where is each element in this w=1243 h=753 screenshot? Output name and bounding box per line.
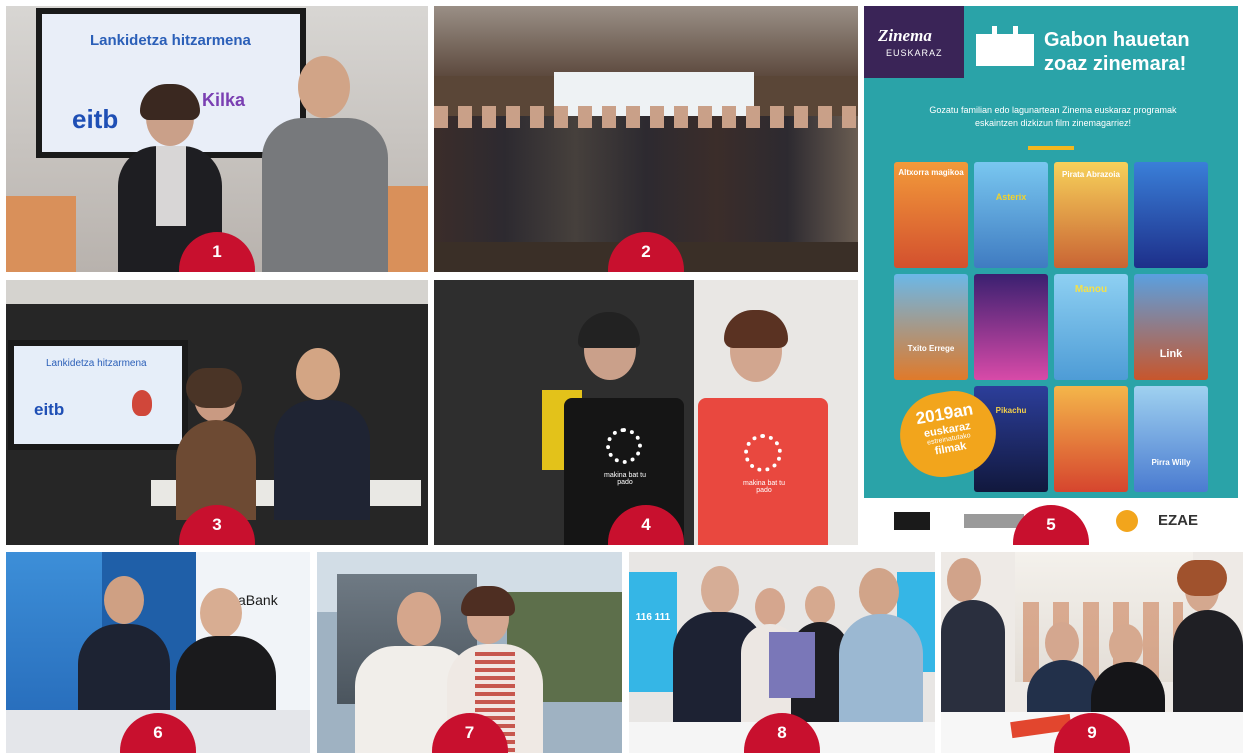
film-poster: Txito Errege bbox=[894, 274, 968, 380]
sponsor-logo bbox=[964, 514, 1024, 528]
film-poster bbox=[974, 274, 1048, 380]
faces-row bbox=[434, 106, 858, 128]
brand-sub: EUSKARAZ bbox=[886, 48, 943, 58]
person-man bbox=[397, 592, 441, 646]
divider bbox=[1028, 146, 1074, 150]
person-woman-seated bbox=[1045, 622, 1079, 664]
helpline-banner: 116 111 bbox=[629, 572, 677, 692]
person-man bbox=[296, 348, 340, 400]
hair bbox=[1177, 560, 1227, 596]
shirt-text: makina bat tu pado bbox=[742, 480, 786, 494]
film-poster: Asterix bbox=[974, 162, 1048, 268]
ezae-logo: EZAE bbox=[1158, 512, 1199, 529]
brand-block: Zinema EUSKARAZ bbox=[864, 6, 964, 78]
person-man bbox=[298, 56, 350, 118]
tshirt-red: makina bat tu pado bbox=[698, 398, 828, 545]
eitb-logo: eitb bbox=[72, 104, 119, 134]
presentation-screen: Lankidetza hitzarmena eitb bbox=[8, 340, 188, 450]
photo-tile-9: 9 bbox=[941, 552, 1243, 753]
poster-subtitle: Gozatu familian edo lagunartean Zinema e… bbox=[929, 105, 1177, 128]
photo-tile-8: 116 111 8 bbox=[629, 552, 935, 753]
flower-logo bbox=[606, 428, 642, 464]
person-man-body bbox=[274, 400, 370, 520]
held-poster bbox=[769, 632, 815, 698]
sponsor-logo bbox=[1116, 510, 1138, 532]
photo-tile-7: 7 bbox=[317, 552, 622, 753]
person-man bbox=[701, 566, 739, 614]
flower-logo bbox=[744, 434, 782, 472]
helpline-number: 116 111 bbox=[635, 612, 671, 623]
poster-tile-5: Zinema EUSKARAZ Gabon hauetan zoaz zinem… bbox=[864, 6, 1238, 545]
person-man bbox=[947, 558, 981, 602]
screen-title: Lankidetza hitzarmena bbox=[46, 358, 147, 369]
eitb-logo: eitb bbox=[34, 400, 65, 419]
shirt-text: makina bat tu pado bbox=[603, 472, 647, 486]
photo-tile-6: CaixaBank 6 bbox=[6, 552, 310, 753]
chair bbox=[6, 196, 76, 272]
photo-tile-2: 2 bbox=[434, 6, 858, 272]
person-man bbox=[859, 568, 899, 616]
film-poster: Manou bbox=[1054, 274, 1128, 380]
photo-tile-4: makina bat tu pado makina bat tu pado 4 bbox=[434, 280, 858, 545]
film-poster bbox=[1054, 386, 1128, 492]
person-woman bbox=[805, 586, 835, 624]
scarf bbox=[156, 146, 186, 226]
person-man-left bbox=[104, 576, 144, 624]
hair bbox=[578, 312, 640, 348]
film-poster: Pirra Willy bbox=[1134, 386, 1208, 492]
headline-line2: zoaz zinemara! bbox=[1044, 53, 1187, 75]
ceiling bbox=[6, 280, 428, 304]
film-poster: Pirata Abrazoia bbox=[1054, 162, 1128, 268]
hair bbox=[186, 368, 242, 408]
photo-tile-3: Lankidetza hitzarmena eitb 3 bbox=[6, 280, 428, 545]
partner-logo bbox=[132, 390, 152, 416]
clapperboard-icon bbox=[976, 26, 1034, 66]
kilka-logo: Kilka bbox=[202, 90, 246, 110]
sponsor-logo bbox=[894, 512, 930, 530]
film-poster: Altxorra magikoa bbox=[894, 162, 968, 268]
film-poster: Link bbox=[1134, 274, 1208, 380]
headline-line1: Gabon hauetan bbox=[1044, 29, 1190, 51]
screen-title: Lankidetza hitzarmena bbox=[90, 32, 251, 49]
brand-name: Zinema bbox=[878, 26, 932, 45]
person-woman-seated bbox=[1109, 624, 1143, 666]
headline: Gabon hauetan zoaz zinemara! bbox=[1044, 28, 1190, 76]
person-man-right bbox=[200, 588, 242, 638]
photo-tile-1: Lankidetza hitzarmena eitb Kilka 1 bbox=[6, 6, 428, 272]
ceiling bbox=[434, 6, 858, 76]
person-man-body bbox=[262, 118, 388, 272]
film-poster bbox=[1134, 162, 1208, 268]
person-woman bbox=[755, 588, 785, 626]
